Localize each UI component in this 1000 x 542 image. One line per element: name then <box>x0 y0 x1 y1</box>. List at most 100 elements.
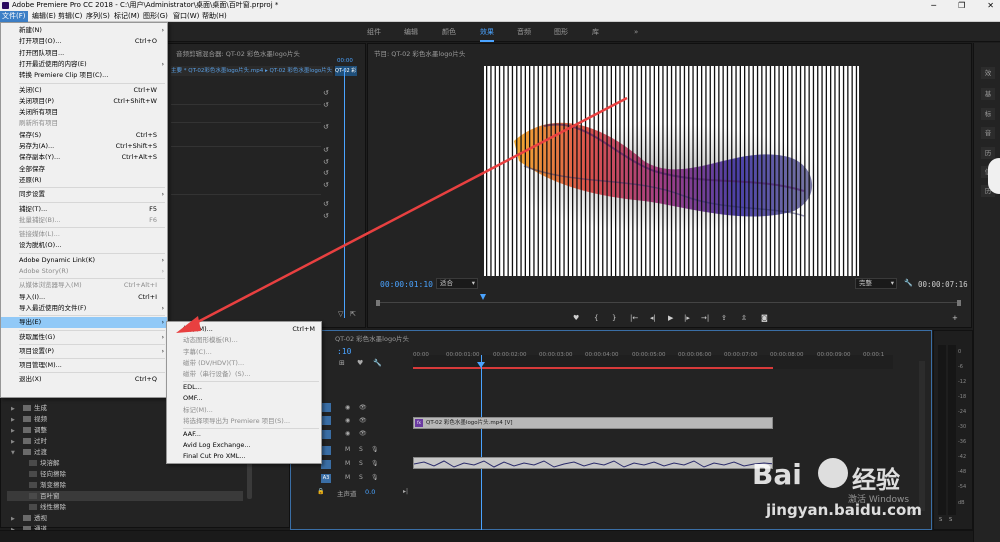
meter-solo-right[interactable]: S <box>949 517 952 523</box>
track-target-v3[interactable] <box>321 403 331 412</box>
lock-icon[interactable]: 🔒 <box>317 488 324 495</box>
menu-marker[interactable]: 标记(M) <box>112 11 142 22</box>
file-menu-item[interactable]: 还原(R) <box>1 175 167 186</box>
track-lock-icon[interactable]: ◉ <box>345 430 350 437</box>
timeline-timecode[interactable]: :10 <box>337 347 351 356</box>
track-lock-icon[interactable]: ◉ <box>345 417 350 424</box>
go-to-in-icon[interactable]: |← <box>630 314 638 323</box>
file-menu-item[interactable]: 导入最近使用的文件(F) › <box>1 303 167 314</box>
track-target-a2[interactable] <box>321 460 331 469</box>
microphone-icon[interactable]: 🎙 <box>371 460 379 467</box>
timeline-playhead-line[interactable] <box>481 355 482 531</box>
track-label-a3[interactable]: A3 <box>321 474 331 483</box>
add-marker-icon[interactable]: ♥ <box>573 314 579 323</box>
mute-toggle[interactable]: M <box>345 446 350 453</box>
file-menu-item[interactable]: 打开项目(O)... Ctrl+O <box>1 36 167 47</box>
reset-icon[interactable]: ↺ <box>323 102 330 109</box>
file-menu-item[interactable]: 关闭(C) Ctrl+W <box>1 85 167 96</box>
right-tool-markers[interactable]: 标 <box>981 108 995 120</box>
zoom-handle-icon[interactable]: ○ <box>911 509 916 516</box>
file-menu-item[interactable]: 设为脱机(O)... <box>1 240 167 251</box>
quality-select[interactable]: 完整 ▾ <box>855 278 897 289</box>
restore-icon[interactable]: ❐ <box>958 0 965 11</box>
program-timecode[interactable]: 00:00:01:10 <box>380 280 433 289</box>
workspace-tab-editing[interactable]: 编辑 <box>404 22 418 42</box>
right-tool-effects[interactable]: 效 <box>981 67 995 79</box>
solo-toggle[interactable]: S <box>359 474 363 481</box>
close-icon[interactable]: ✕ <box>987 0 994 11</box>
workspace-more-icon[interactable]: » <box>634 22 638 42</box>
microphone-icon[interactable]: 🎙 <box>371 474 379 481</box>
lift-icon[interactable]: ⇪ <box>721 314 727 323</box>
export-menu-item[interactable]: Final Cut Pro XML... <box>167 451 321 462</box>
step-back-icon[interactable]: ◂| <box>650 314 656 323</box>
wrench-icon[interactable]: 🔧 <box>904 279 913 287</box>
extract-icon[interactable]: ⇫ <box>741 314 747 323</box>
microphone-icon[interactable]: 🎙 <box>371 446 379 453</box>
tree-effect-block-dissolve[interactable]: 块溶解 <box>23 458 60 468</box>
tree-folder-adjust[interactable]: ▶ 调整 <box>11 425 47 435</box>
reset-icon[interactable]: ↺ <box>323 147 330 154</box>
file-menu-item[interactable]: 导出(E) › <box>1 317 167 329</box>
tree-effect-venetian-blinds[interactable]: 百叶窗 <box>7 491 243 501</box>
file-menu-item[interactable]: 打开团队项目... <box>1 48 167 59</box>
export-menu-item[interactable]: EDL... <box>167 382 321 393</box>
timeline-tab[interactable]: QT-02 彩色水墨logo片头 <box>335 331 409 347</box>
menu-graphics[interactable]: 图形(G) <box>141 11 170 22</box>
file-menu-item[interactable]: 打开最近使用的内容(E) › <box>1 59 167 70</box>
file-menu-item[interactable]: 项目管理(M)... <box>1 360 167 371</box>
right-tool-history[interactable]: 历 <box>981 147 995 159</box>
file-menu-item[interactable]: 全部保存 <box>1 164 167 175</box>
track-target-v1[interactable] <box>321 430 331 439</box>
file-menu-item[interactable]: 同步设置 › <box>1 189 167 200</box>
mute-toggle[interactable]: M <box>345 460 350 467</box>
file-menu-item[interactable]: 保存(S) Ctrl+S <box>1 130 167 141</box>
tree-effect-linear-wipe[interactable]: 线性擦除 <box>23 502 66 512</box>
tree-folder-generate[interactable]: ▶ 生成 <box>11 403 47 413</box>
marker-icon[interactable]: ♥ <box>357 359 363 367</box>
file-menu-item[interactable]: 项目设置(P) › <box>1 346 167 357</box>
export-menu-item[interactable]: AAF... <box>167 429 321 440</box>
program-scrub-bar[interactable] <box>376 302 961 303</box>
play-icon[interactable]: ▶ <box>668 314 673 323</box>
reset-icon[interactable]: ↺ <box>323 182 330 189</box>
file-menu-item[interactable]: 转换 Premiere Clip 项目(C)... <box>1 70 167 81</box>
export-menu-item[interactable]: Avid Log Exchange... <box>167 440 321 451</box>
file-menu-item[interactable]: 关闭项目(P) Ctrl+Shift+W <box>1 96 167 107</box>
tree-effect-gradient-wipe[interactable]: 渐变擦除 <box>23 480 66 490</box>
file-menu-item[interactable]: Adobe Dynamic Link(K) › <box>1 255 167 266</box>
eye-icon[interactable]: 👁 <box>359 404 367 411</box>
reset-icon[interactable]: ↺ <box>323 124 330 131</box>
mark-in-icon[interactable]: { <box>594 314 598 323</box>
tree-folder-obsolete[interactable]: ▶ 过时 <box>11 436 47 446</box>
menu-file[interactable]: 文件(F) <box>0 11 28 22</box>
tree-folder-transition[interactable]: ▼ 过渡 <box>11 447 47 457</box>
mark-out-icon[interactable]: } <box>612 314 616 323</box>
reset-icon[interactable]: ↺ <box>323 90 330 97</box>
workspace-tab-color[interactable]: 颜色 <box>442 22 456 42</box>
camera-icon[interactable]: ◙ <box>761 314 768 323</box>
menu-edit[interactable]: 编辑(E) <box>30 11 58 22</box>
reset-icon[interactable]: ↺ <box>323 170 330 177</box>
filter-icon[interactable]: ▽ <box>338 310 343 318</box>
file-menu-item[interactable]: 关闭所有项目 <box>1 107 167 118</box>
file-menu-item[interactable]: 另存为(A)... Ctrl+Shift+S <box>1 141 167 152</box>
tree-folder-perspective[interactable]: ▶ 透视 <box>11 513 47 523</box>
master-volume[interactable]: 0.0 <box>365 488 375 496</box>
reset-icon[interactable]: ↺ <box>323 201 330 208</box>
go-to-out-icon[interactable]: →| <box>701 314 709 323</box>
reset-icon[interactable]: ↺ <box>323 213 330 220</box>
reset-icon[interactable]: ↺ <box>323 159 330 166</box>
file-menu-item[interactable]: 退出(X) Ctrl+Q <box>1 374 167 385</box>
minimize-icon[interactable]: ─ <box>931 0 936 11</box>
file-menu-item[interactable]: 获取属性(G) › <box>1 332 167 343</box>
file-menu-item[interactable]: 保存副本(Y)... Ctrl+Alt+S <box>1 152 167 163</box>
mute-toggle[interactable]: M <box>345 474 350 481</box>
fit-select[interactable]: 适合 ▾ <box>436 278 478 289</box>
workspace-tab-effects[interactable]: 效果 <box>480 22 494 42</box>
track-target-a1[interactable] <box>321 446 331 455</box>
eye-icon[interactable]: 👁 <box>359 417 367 424</box>
menu-help[interactable]: 帮助(H) <box>200 11 229 22</box>
file-menu-item[interactable]: 新建(N) › <box>1 25 167 36</box>
meter-solo-left[interactable]: S <box>939 517 942 523</box>
